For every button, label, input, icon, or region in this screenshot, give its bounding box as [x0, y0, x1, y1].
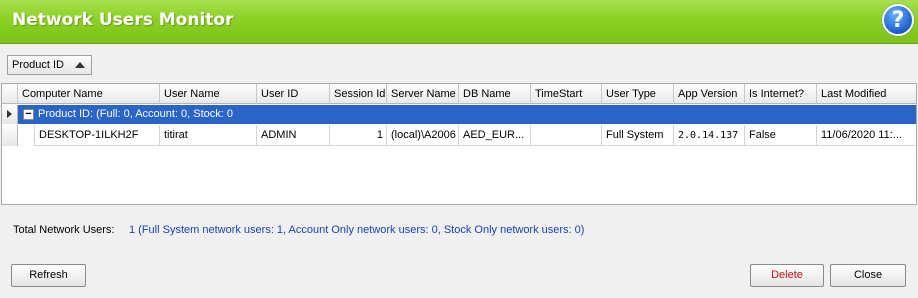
total-network-users-label: Total Network Users: — [13, 224, 115, 236]
column-header-app-version[interactable]: App Version — [674, 84, 745, 104]
collapse-icon[interactable]: − — [23, 109, 34, 120]
sort-ascending-icon[interactable] — [75, 62, 85, 68]
cell-last-modified[interactable]: 11/06/2020 11:... — [817, 125, 916, 146]
delete-button[interactable]: Delete — [750, 264, 824, 287]
row-selector[interactable] — [2, 125, 18, 146]
help-icon[interactable]: ? — [882, 4, 914, 36]
cell-user-name[interactable]: titirat — [160, 125, 257, 146]
column-header-time-start[interactable]: TimeStart — [531, 84, 602, 104]
cell-db-name[interactable]: AED_EUR... — [459, 125, 531, 146]
column-header-user-type[interactable]: User Type — [602, 84, 674, 104]
cell-session-id[interactable]: 1 — [330, 125, 387, 146]
cell-user-type[interactable]: Full System — [602, 125, 674, 146]
grid-header: Computer Name User Name User ID Session … — [2, 84, 916, 104]
users-grid[interactable]: Computer Name User Name User ID Session … — [1, 83, 917, 205]
table-row[interactable]: DESKTOP-1ILKH2F titirat ADMIN 1 (local)\… — [2, 125, 916, 146]
cell-user-id[interactable]: ADMIN — [257, 125, 330, 146]
cell-server-name[interactable]: (local)\A2006 — [387, 125, 459, 146]
cell-computer-name[interactable]: DESKTOP-1ILKH2F — [35, 125, 160, 146]
column-header-user-name[interactable]: User Name — [160, 84, 257, 104]
group-by-chip-product-id[interactable]: Product ID — [7, 55, 92, 75]
cell-is-internet[interactable]: False — [745, 125, 817, 146]
column-header-session-id[interactable]: Session Id — [330, 84, 387, 104]
group-indent — [18, 125, 35, 146]
column-header-is-internet[interactable]: Is Internet? — [745, 84, 817, 104]
row-pointer-icon — [7, 110, 12, 118]
window-title: Network Users Monitor — [12, 10, 234, 30]
column-header-user-id[interactable]: User ID — [257, 84, 330, 104]
current-row-indicator[interactable] — [2, 105, 18, 124]
group-row-label: Product ID: (Full: 0, Account: 0, Stock:… — [38, 108, 234, 120]
title-bar: Network Users Monitor ? — [0, 0, 918, 44]
total-network-users-value: 1 (Full System network users: 1, Account… — [129, 224, 585, 236]
close-button[interactable]: Close — [830, 264, 906, 287]
row-selector-header — [2, 84, 18, 104]
cell-time-start[interactable] — [531, 125, 602, 146]
column-header-db-name[interactable]: DB Name — [459, 84, 531, 104]
column-header-last-modified[interactable]: Last Modified — [817, 84, 916, 104]
group-by-label: Product ID — [12, 59, 64, 71]
cell-app-version[interactable]: 2.0.14.137 — [674, 125, 745, 146]
refresh-button[interactable]: Refresh — [11, 264, 86, 287]
column-header-server-name[interactable]: Server Name — [387, 84, 459, 104]
column-header-computer-name[interactable]: Computer Name — [18, 84, 160, 104]
